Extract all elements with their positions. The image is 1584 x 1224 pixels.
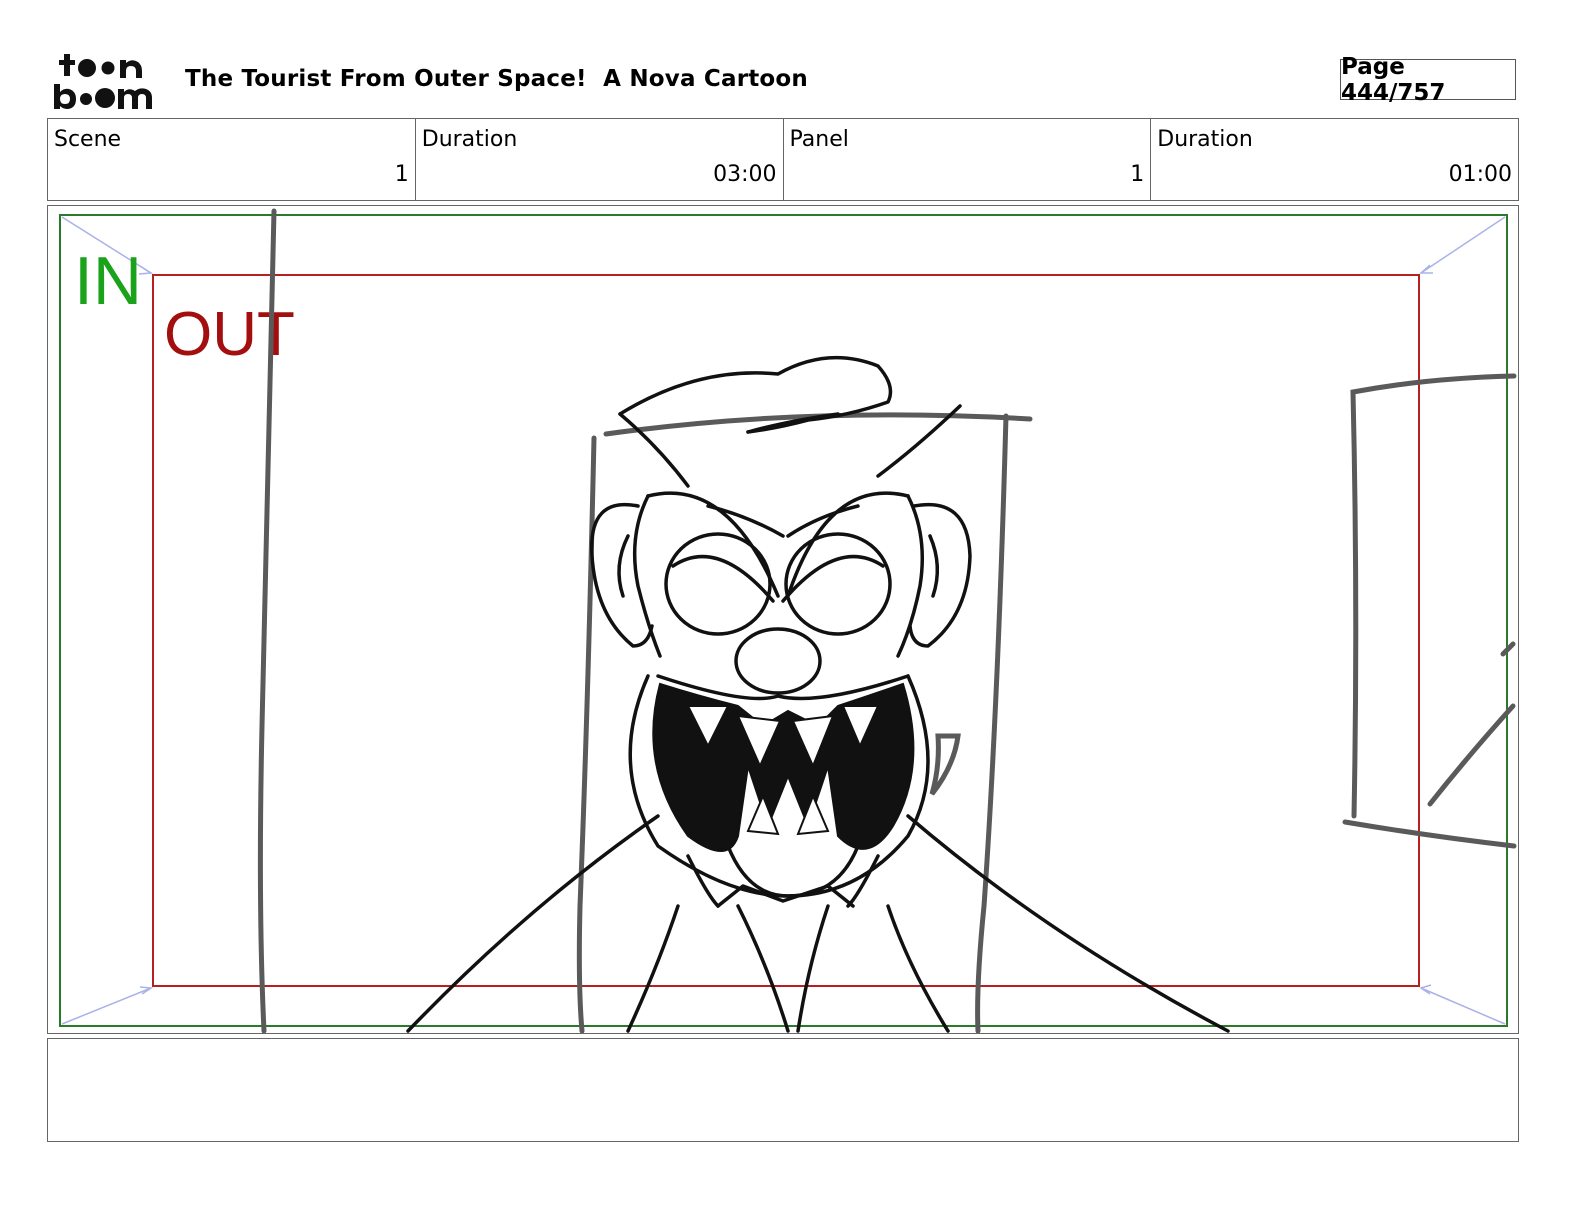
scene-duration-value: 03:00 [713, 162, 777, 187]
scene-label: Scene [54, 127, 122, 152]
storyboard-title: The Tourist From Outer Space! A Nova Car… [185, 66, 809, 92]
panel-value: 1 [1130, 162, 1145, 187]
panel-artwork: IN OUT [59, 208, 1517, 1033]
toon-boom-logo [54, 54, 152, 109]
storyboard-panel: IN OUT [47, 205, 1519, 1034]
panel-duration-label: Duration [1157, 127, 1253, 152]
panel-duration-cell: Duration 01:00 [1151, 119, 1518, 200]
panel-cell: Panel 1 [784, 119, 1152, 200]
in-label: IN [74, 243, 142, 319]
panel-label: Panel [789, 127, 849, 152]
scene-cell: Scene 1 [48, 119, 416, 200]
scene-value: 1 [394, 162, 409, 187]
scene-duration-cell: Duration 03:00 [416, 119, 784, 200]
scene-duration-label: Duration [421, 127, 518, 152]
panel-duration-value: 01:00 [1448, 162, 1512, 187]
out-label: OUT [164, 300, 295, 369]
character-sketch [406, 355, 1230, 1033]
panel-notes-box [47, 1038, 1519, 1142]
scene-info-bar: Scene 1 Duration 03:00 Panel 1 Duration … [47, 118, 1519, 201]
page-number: Page 444/757 [1340, 54, 1516, 106]
